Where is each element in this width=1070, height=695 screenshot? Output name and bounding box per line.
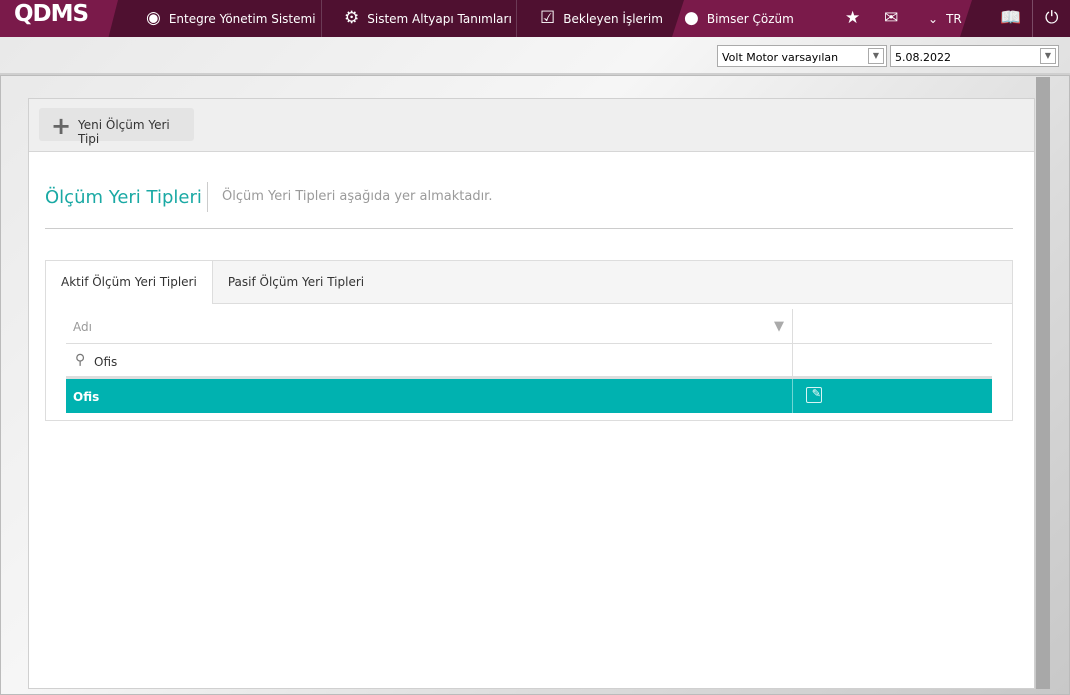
date-select[interactable]: 5.08.2022 ▼ — [890, 45, 1059, 67]
company-select[interactable]: Volt Motor varsayılan ▼ — [717, 45, 887, 67]
nav-user[interactable]: ● Bimser Çözüm — [684, 0, 794, 37]
column-header-adi[interactable]: Adı — [73, 320, 92, 334]
scrollbar[interactable] — [1036, 77, 1050, 689]
table-row[interactable]: Ofis ✎ — [66, 379, 992, 413]
qdms-logo[interactable]: QDMS — [0, 0, 118, 37]
chevron-down-icon: ▼ — [1040, 48, 1056, 64]
chevron-down-icon: ▼ — [868, 48, 884, 64]
data-grid: Adı ▼ ⚲ Ofis Ofis ✎ — [66, 309, 992, 413]
add-measurement-place-type-button[interactable]: + Yeni Ölçüm Yeri Tipi — [39, 108, 194, 146]
filter-icon[interactable]: ▼ — [774, 319, 784, 334]
search-icon: ⚲ — [75, 352, 86, 368]
user-icon: ● — [684, 8, 699, 28]
power-icon: ⏻ — [1045, 8, 1059, 28]
star-icon: ★ — [845, 8, 861, 28]
grid-header: Adı ▼ — [66, 309, 992, 344]
q-logo-icon: ◉ — [146, 8, 161, 28]
page-title: Ölçüm Yeri Tipleri — [45, 187, 202, 208]
clipboard-icon: ☑ — [540, 8, 556, 28]
manual-icon: 📖 — [1000, 8, 1022, 28]
messages-button[interactable]: ✉ — [884, 0, 898, 37]
tab-container: Aktif Ölçüm Yeri Tipleri Pasif Ölçüm Yer… — [45, 260, 1013, 421]
favorites-button[interactable]: ★ — [845, 0, 860, 37]
cell-name: Ofis — [66, 379, 793, 413]
main-panel: + Yeni Ölçüm Yeri Tipi Ölçüm Yeri Tipleri… — [28, 98, 1035, 689]
tab-pasif[interactable]: Pasif Ölçüm Yeri Tipleri — [213, 261, 379, 303]
page-description: Ölçüm Yeri Tipleri aşağıda yer almaktadı… — [222, 189, 493, 204]
search-row: ⚲ Ofis — [66, 344, 992, 379]
search-input[interactable]: Ofis — [94, 355, 117, 369]
top-nav-bar: QDMS ◉ Entegre Yönetim Sistemi ⚙ Sistem Al… — [0, 0, 1070, 37]
plus-icon: + — [51, 112, 72, 140]
chevron-down-icon: ⌄ — [928, 11, 939, 26]
gear-icon: ⚙ — [344, 8, 360, 28]
nav-bekleyen-islerim[interactable]: ☑ Bekleyen İşlerim — [540, 0, 663, 37]
nav-entegre-yonetim-sistemi[interactable]: ◉ Entegre Yönetim Sistemi — [146, 0, 316, 37]
language-selector[interactable]: ⌄ TR — [928, 0, 962, 37]
edit-icon[interactable]: ✎ — [806, 387, 822, 403]
logout-button[interactable]: ⏻ — [1045, 0, 1058, 37]
help-button[interactable]: 📖 — [1000, 0, 1021, 37]
mail-icon: ✉ — [884, 8, 899, 28]
nav-sistem-altyapi-tanimlari[interactable]: ⚙ Sistem Altyapı Tanımları — [344, 0, 512, 37]
tab-aktif[interactable]: Aktif Ölçüm Yeri Tipleri — [46, 261, 213, 304]
toolbar: + Yeni Ölçüm Yeri Tipi — [29, 99, 1034, 152]
